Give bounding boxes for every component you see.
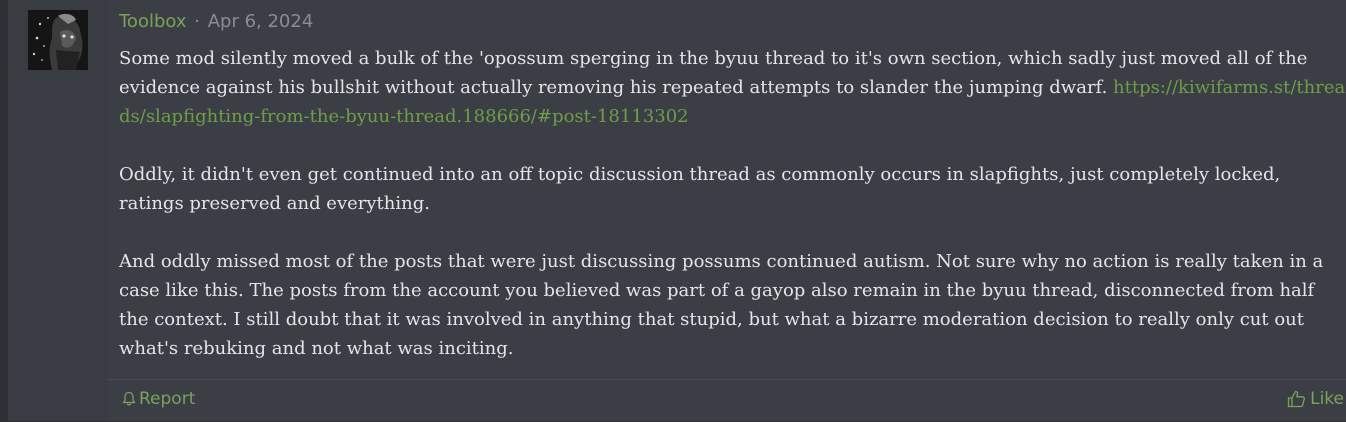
paragraph-text: Oddly, it didn't even get continued into… (119, 164, 1281, 214)
post-body: Some mod silently moved a bulk of the 'o… (119, 44, 1346, 392)
post-footer: Report Like (108, 379, 1346, 422)
thumbs-up-icon (1287, 390, 1306, 408)
post-paragraph: Oddly, it didn't even get continued into… (119, 160, 1346, 218)
post-user-cell (8, 0, 108, 421)
username-link[interactable]: Toolbox (119, 11, 187, 32)
post-paragraph: Some mod silently moved a bulk of the 'o… (119, 44, 1346, 131)
like-button[interactable]: Like (1287, 389, 1344, 409)
bell-icon (122, 391, 136, 407)
post-paragraph: And oddly missed most of the posts that … (119, 247, 1346, 363)
avatar[interactable] (28, 10, 88, 70)
post: Toolbox · Apr 6, 2024 Some mod silently … (8, 0, 1346, 421)
post-date[interactable]: Apr 6, 2024 (208, 11, 314, 32)
avatar-image (28, 10, 88, 70)
report-button[interactable]: Report (122, 389, 195, 409)
like-label: Like (1310, 389, 1344, 409)
post-main-cell: Toolbox · Apr 6, 2024 Some mod silently … (108, 0, 1346, 421)
post-meta: Toolbox · Apr 6, 2024 (119, 11, 313, 32)
meta-separator: · (194, 11, 200, 32)
report-label: Report (139, 389, 196, 409)
paragraph-text: And oddly missed most of the posts that … (119, 251, 1324, 359)
